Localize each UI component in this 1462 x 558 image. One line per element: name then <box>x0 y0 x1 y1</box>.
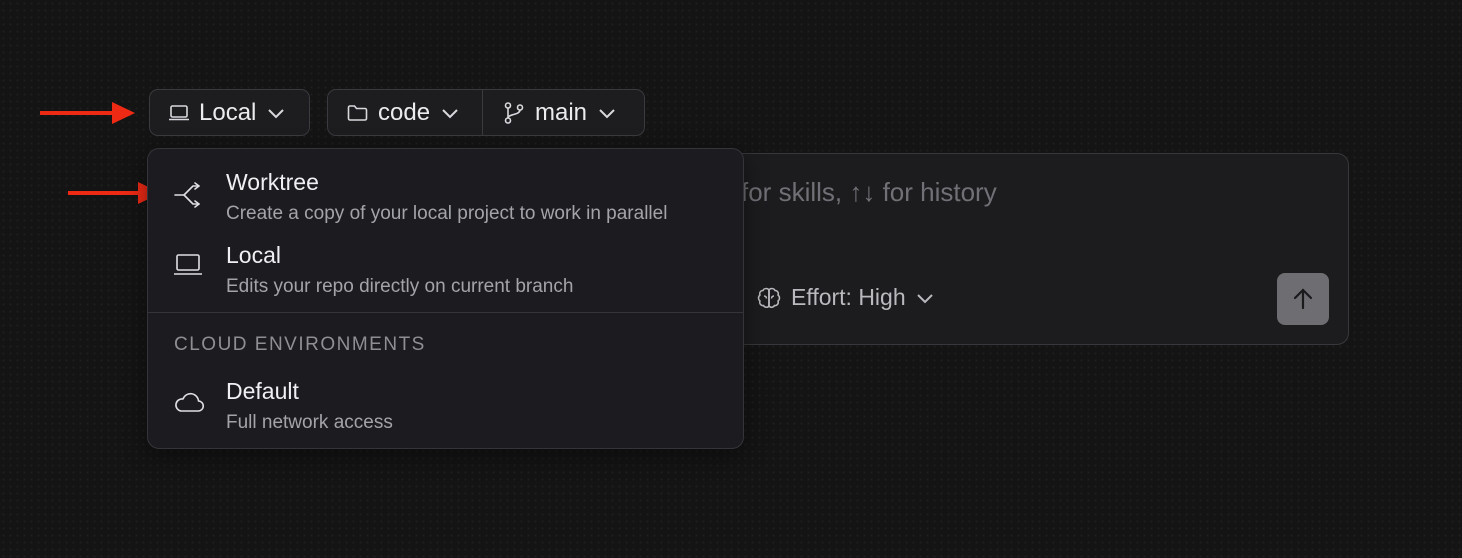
laptop-icon <box>174 254 202 275</box>
menu-item-description: Edits your repo directly on current bran… <box>226 276 574 297</box>
chevron-down-icon <box>442 108 458 118</box>
branch-selector[interactable]: main <box>483 90 616 135</box>
environment-label: Local <box>199 98 257 126</box>
cloud-icon <box>175 392 205 412</box>
menu-item-description: Create a copy of your local project to w… <box>226 203 668 224</box>
git-branch-icon <box>504 101 524 124</box>
effort-selector[interactable]: Effort: High <box>757 284 934 311</box>
menu-item-title: Local <box>226 242 281 268</box>
chevron-down-icon <box>916 293 933 303</box>
annotation-arrow-local <box>40 102 135 124</box>
menu-item-title: Worktree <box>226 169 319 195</box>
menu-item-local[interactable]: Local Edits your repo directly on curren… <box>148 242 743 312</box>
cloud-environments-header: CLOUD ENVIRONMENTS <box>174 334 426 355</box>
menu-item-title: Default <box>226 378 299 404</box>
arrow-up-icon <box>1293 288 1313 310</box>
effort-label: Effort: High <box>791 284 906 310</box>
branch-label: main <box>535 98 588 126</box>
brain-icon <box>757 287 781 308</box>
menu-item-worktree[interactable]: Worktree Create a copy of your local pro… <box>148 169 743 239</box>
composer[interactable]: for skills, ↑↓ for history Effort: High <box>700 153 1349 345</box>
composer-placeholder: for skills, ↑↓ for history <box>741 177 997 207</box>
chevron-down-icon <box>268 108 285 118</box>
worktree-icon <box>174 182 200 208</box>
environment-selector[interactable]: Local <box>150 90 285 135</box>
menu-divider <box>148 312 743 313</box>
menu-item-description: Full network access <box>226 412 393 433</box>
laptop-icon <box>169 104 189 120</box>
environment-dropdown[interactable]: Local <box>149 89 310 136</box>
folder-selector[interactable]: code <box>328 90 483 135</box>
menu-item-default[interactable]: Default Full network access <box>148 378 743 448</box>
folder-label: code <box>378 98 431 126</box>
chevron-down-icon <box>599 108 615 118</box>
send-button[interactable] <box>1277 273 1329 325</box>
repo-selector-group: code main <box>327 89 645 136</box>
environment-menu: Worktree Create a copy of your local pro… <box>147 148 744 449</box>
folder-icon <box>347 104 368 121</box>
